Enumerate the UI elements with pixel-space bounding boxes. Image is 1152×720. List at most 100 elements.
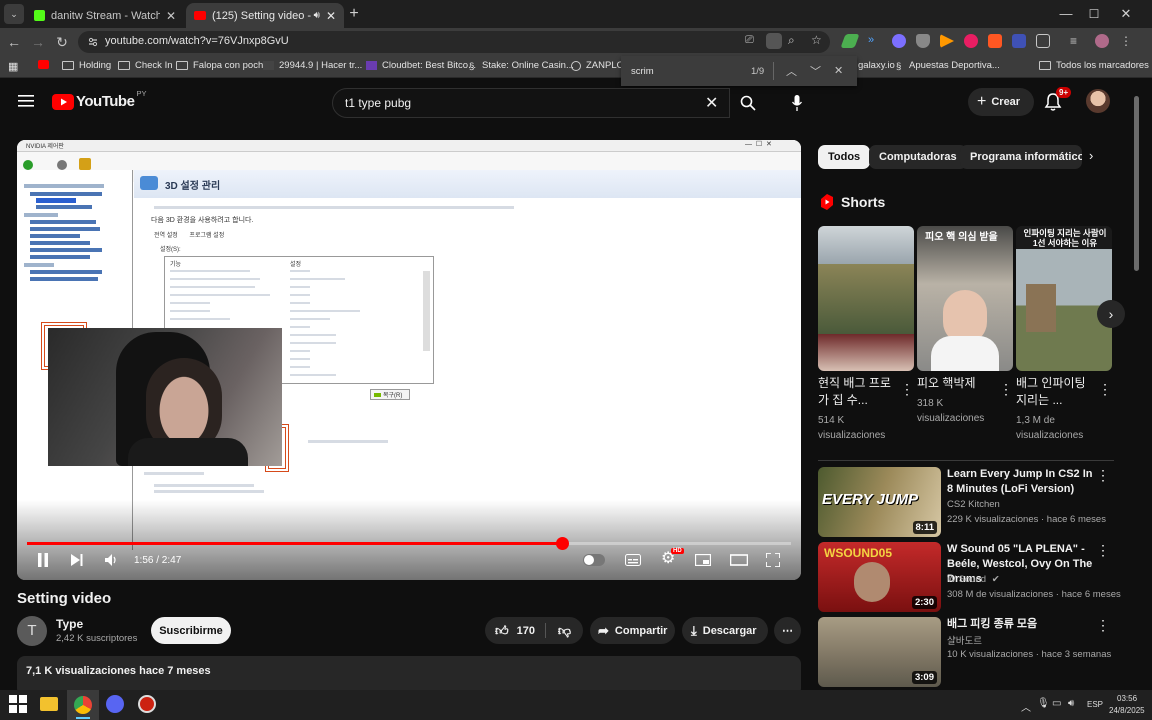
microphone-tray-icon[interactable]: 🎙︎ [1037, 698, 1050, 709]
dislike-button[interactable]: 👎︎ [546, 617, 583, 644]
subscribe-button[interactable]: Suscribirme [151, 617, 231, 644]
bookmark-galaxy[interactable]: galaxy.io [858, 60, 895, 71]
clock-time[interactable]: 03:56 [1117, 694, 1137, 703]
like-button[interactable]: 👍︎ 170 [485, 617, 545, 644]
short-menu-icon[interactable]: ⋮ [999, 381, 1013, 398]
download-button[interactable]: ⤓ Descargar [682, 617, 768, 644]
forward-button[interactable]: → [28, 32, 48, 52]
bookmark-youtube[interactable] [38, 60, 54, 69]
theater-mode-button[interactable] [730, 554, 748, 566]
pause-button[interactable] [37, 553, 49, 567]
progress-scrubber[interactable] [555, 537, 569, 550]
extension-icon[interactable] [916, 34, 930, 48]
address-bar[interactable]: youtube.com/watch?v=76VJnxp8GvU ⎚ ⌕ ☆ [78, 31, 830, 53]
close-window-button[interactable]: ✕ [1116, 4, 1136, 24]
media-control-icon[interactable]: ≡ [1070, 34, 1084, 48]
profile-avatar[interactable] [1095, 34, 1109, 48]
voice-search-button[interactable] [782, 88, 812, 118]
scrollbar-thumb[interactable] [1134, 96, 1139, 271]
back-button[interactable]: ← [4, 32, 24, 52]
search-box[interactable]: t1 type pubg ✕ [332, 88, 730, 118]
shorts-next-button[interactable]: › [1097, 300, 1125, 328]
search-input[interactable]: t1 type pubg [345, 96, 411, 110]
app-taskbar-button[interactable] [138, 695, 158, 715]
channel-avatar[interactable]: T [17, 616, 47, 646]
bookmark-29944[interactable]: 29944.9 | Hacer tr... [263, 60, 362, 71]
find-input[interactable]: scrim [631, 66, 654, 77]
chrome-taskbar-button[interactable] [67, 690, 99, 720]
bookmark-zanplo[interactable]: ZANPLO [571, 60, 624, 71]
bookmark-apuestas[interactable]: § Apuestas Deportiva... [896, 60, 1000, 72]
chip-all[interactable]: Todos [818, 145, 871, 169]
bookmark-cloudbet[interactable]: Cloudbet: Best Bitco... [366, 60, 476, 71]
short-menu-icon[interactable]: ⋮ [1098, 381, 1112, 398]
related-video[interactable]: WSOUND05 2:30 W Sound 05 "LA PLENA" - Be… [818, 542, 1121, 612]
tab-danitw[interactable]: danitw Stream - Watch Live on ✕ [26, 3, 184, 28]
find-previous-icon[interactable]: ︿ [786, 63, 797, 79]
related-menu-icon[interactable]: ⋮ [1096, 542, 1110, 559]
browser-menu-icon[interactable]: ⋮ [1120, 34, 1134, 48]
fullscreen-button[interactable] [766, 553, 780, 567]
extensions-puzzle-icon[interactable] [1036, 34, 1050, 48]
close-tab-icon[interactable]: ✕ [326, 9, 336, 23]
related-menu-icon[interactable]: ⋮ [1096, 617, 1110, 634]
bookmark-all[interactable]: Todos los marcadores [1039, 60, 1149, 71]
page-scrollbar[interactable] [1132, 86, 1140, 684]
bookmark-holding[interactable]: Holding [62, 60, 111, 71]
settings-button[interactable]: ⚙ HD [661, 548, 684, 567]
miniplayer-button[interactable] [695, 554, 711, 566]
site-info-icon[interactable] [87, 36, 99, 48]
volume-tray-icon[interactable]: 🔊︎ [1068, 698, 1074, 709]
tab-search-button[interactable]: ⌄ [4, 4, 24, 24]
short-card[interactable]: 인파이팅 지리는 사람이 1선 서야하는 이유 배그 인파이팅 지리는 ... … [1016, 226, 1112, 443]
clear-search-icon[interactable]: ✕ [705, 93, 718, 113]
bookmark-falopa[interactable]: Falopa con pochi [176, 60, 265, 71]
apps-grid-icon[interactable]: ▦ [8, 60, 18, 73]
extension-icon[interactable] [964, 34, 978, 48]
related-menu-icon[interactable]: ⋮ [1096, 467, 1110, 484]
more-actions-button[interactable]: ⋯ [774, 617, 801, 644]
related-video[interactable]: 3:09 배그 피킹 종류 모음 샬바도르 10 K visualizacion… [818, 617, 1114, 687]
chip-software[interactable]: Programa informático [960, 145, 1082, 169]
related-video[interactable]: EVERY JUMP 8:11 Learn Every Jump In CS2 … [818, 467, 1114, 537]
menu-hamburger-icon[interactable] [18, 94, 34, 108]
autoplay-toggle[interactable] [583, 554, 605, 566]
extension-icon[interactable] [892, 34, 906, 48]
cast-icon[interactable]: ⎚ [745, 34, 754, 47]
video-player[interactable]: NVIDIA 제어판 — ☐ ✕ 3D 설정 관리 다음 3D 환경을 사용하려… [17, 140, 801, 580]
extension-icon[interactable] [1012, 34, 1026, 48]
audio-playing-icon[interactable]: 🔊︎ [314, 10, 320, 21]
find-next-icon[interactable]: ﹀ [810, 63, 821, 79]
tab-youtube[interactable]: (125) Setting video - YouTube 🔊︎ ✕ [186, 3, 344, 28]
bookmark-checkin[interactable]: Check In [118, 60, 173, 71]
zoom-icon[interactable]: ⌕ [788, 33, 795, 48]
extension-icon[interactable] [988, 34, 1002, 48]
minimize-button[interactable]: — [1056, 4, 1076, 24]
progress-bar[interactable] [27, 537, 791, 550]
language-indicator[interactable]: ESP [1087, 700, 1103, 709]
find-close-icon[interactable]: ✕ [834, 64, 843, 77]
create-button[interactable]: + Crear [968, 88, 1034, 116]
share-button[interactable]: ➦ Compartir [590, 617, 675, 644]
youtube-logo[interactable]: YouTube PY [52, 89, 146, 110]
channel-name[interactable]: Type [56, 617, 83, 631]
chip-computers[interactable]: Computadoras [869, 145, 967, 169]
app-taskbar-button[interactable] [106, 695, 126, 715]
search-button[interactable] [730, 88, 770, 118]
reload-button[interactable]: ↻ [52, 32, 72, 52]
account-avatar[interactable] [1086, 89, 1110, 113]
file-explorer-icon[interactable] [40, 697, 58, 711]
notifications-button[interactable]: 9+ [1044, 87, 1072, 112]
subtitles-button[interactable] [625, 554, 641, 566]
volume-button[interactable] [105, 554, 117, 566]
bookmark-stake[interactable]: § Stake: Online Casin... [469, 60, 574, 72]
clock-date[interactable]: 24/8/2025 [1109, 706, 1145, 715]
chips-next-icon[interactable]: › [1089, 148, 1093, 163]
short-card[interactable]: 현직 배그 프로가 집 수... 514 K visualizaciones ⋮ [818, 226, 914, 443]
extension-icon[interactable] [840, 34, 860, 48]
close-tab-icon[interactable]: ✕ [166, 9, 176, 23]
start-button[interactable] [9, 695, 29, 715]
short-menu-icon[interactable]: ⋮ [900, 381, 914, 398]
reader-icon[interactable] [766, 33, 782, 49]
bookmark-star-icon[interactable]: ☆ [811, 33, 822, 47]
